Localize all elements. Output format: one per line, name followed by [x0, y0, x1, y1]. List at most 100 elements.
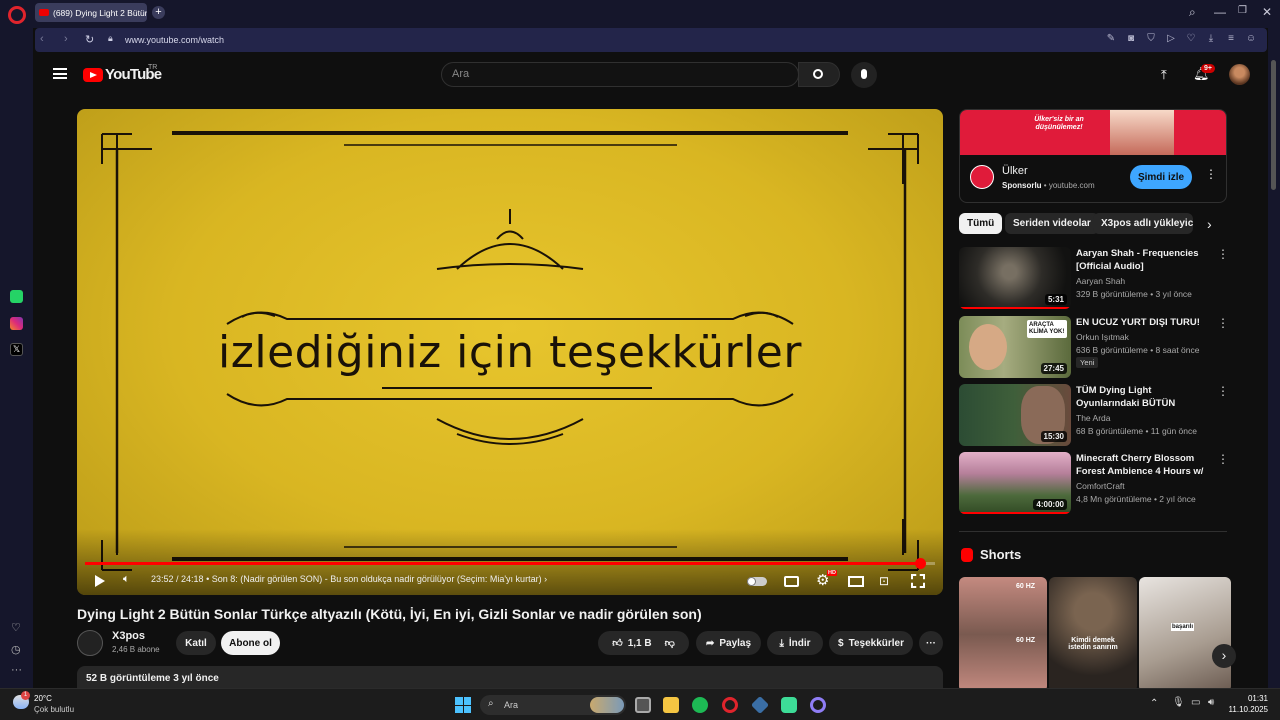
chips-next-icon[interactable]: › — [1207, 216, 1212, 232]
chat-app-icon[interactable] — [781, 697, 797, 713]
shorts-next-button[interactable]: › — [1212, 644, 1236, 668]
camera-icon[interactable]: ◙ — [1125, 33, 1137, 45]
chip-series[interactable]: Seriden videolar — [1005, 213, 1099, 234]
opera-logo-icon[interactable] — [8, 6, 26, 24]
time-and-chapter[interactable]: 23:52 / 24:18 • Son 8: (Nadir görülen SO… — [151, 574, 547, 584]
favorites-heart-icon[interactable]: ♡ — [11, 621, 21, 634]
ad-menu-icon[interactable]: ⋮ — [1205, 167, 1217, 181]
list-item[interactable]: ARAÇTA KLİMA YOK! 27:45 EN UCUZ YURT DIŞ… — [959, 316, 1229, 380]
chip-uploader[interactable]: X3pos adlı yükleyicid — [1093, 213, 1193, 234]
url-text[interactable]: www.youtube.com/watch — [125, 35, 224, 45]
search-input[interactable]: Ara — [441, 62, 799, 87]
subtitles-icon[interactable] — [784, 576, 799, 587]
theater-mode-icon[interactable] — [848, 576, 864, 587]
subscribe-button[interactable]: Abone ol — [221, 631, 280, 655]
file-explorer-icon[interactable] — [663, 697, 679, 713]
scrollbar-thumb[interactable] — [1271, 60, 1276, 190]
share-button[interactable]: ➦ Paylaş — [696, 631, 761, 655]
network-icon[interactable]: ▭ — [1191, 697, 1200, 708]
sponsored-ad[interactable]: Ülker'siz bir an düşünülemez! Ülker Spon… — [959, 109, 1227, 203]
upload-icon[interactable]: ⤒ — [1161, 67, 1167, 83]
rec-title[interactable]: Minecraft Cherry Blossom Forest Ambience… — [1076, 452, 1208, 479]
speaker-icon[interactable]: 🔊︎ — [1208, 697, 1214, 708]
video-thumbnail[interactable]: 5:31 — [959, 247, 1071, 309]
fullscreen-icon[interactable] — [911, 574, 925, 588]
opera-taskbar-icon[interactable] — [722, 697, 738, 713]
list-item[interactable]: 15:30 TÜM Dying Light Oyunlarındaki BÜTÜ… — [959, 384, 1229, 448]
search-button[interactable] — [798, 62, 840, 87]
shield-icon[interactable]: ⛉ — [1145, 33, 1157, 45]
user-avatar[interactable] — [1229, 64, 1250, 85]
chapter-title[interactable]: • Son 8: (Nadir görülen SON) - Bu son ol… — [206, 574, 542, 584]
voice-search-button[interactable] — [851, 62, 877, 88]
player-icon[interactable]: ▷ — [1165, 33, 1177, 45]
forward-icon[interactable]: › — [64, 33, 68, 45]
browser-app-icon[interactable] — [810, 697, 826, 713]
rec-channel[interactable]: Aaryan Shah — [1076, 276, 1125, 286]
task-view-icon[interactable] — [635, 697, 651, 713]
tray-chevron-icon[interactable]: ⌃ — [1150, 698, 1158, 709]
close-icon[interactable]: ✕ — [1262, 5, 1272, 19]
video-thumbnail[interactable]: 15:30 — [959, 384, 1071, 446]
sidebar-more-icon[interactable]: ··· — [11, 664, 22, 676]
maximize-icon[interactable]: ❐ — [1238, 5, 1247, 16]
windows-start-icon[interactable] — [455, 697, 471, 713]
menu-lines-icon[interactable]: ≡ — [1225, 33, 1237, 45]
instagram-icon[interactable] — [10, 317, 23, 330]
rec-menu-icon[interactable]: ⋮ — [1217, 452, 1229, 466]
reload-icon[interactable]: ↻ — [85, 33, 94, 46]
download-button[interactable]: ⤓ İndir — [767, 631, 823, 655]
more-actions-button[interactable]: ··· — [919, 631, 943, 655]
volume-icon[interactable]: 🔈︎ — [123, 573, 130, 586]
rec-title[interactable]: EN UCUZ YURT DIŞI TURU! — [1076, 316, 1208, 329]
description-box[interactable]: 52 B görüntüleme 3 yıl önce — [77, 666, 943, 688]
chip-all[interactable]: Tümü — [959, 213, 1003, 234]
browser-tab[interactable]: (689) Dying Light 2 Bütün — [35, 3, 147, 22]
cast-icon[interactable]: ⊡ — [879, 574, 889, 588]
download-icon[interactable]: ⤓ — [1205, 33, 1217, 45]
heart-icon[interactable]: ♡ — [1185, 33, 1197, 45]
autoplay-toggle[interactable] — [747, 577, 767, 586]
history-icon[interactable]: ◷ — [11, 643, 21, 656]
rec-title[interactable]: Aaryan Shah - Frequencies [Official Audi… — [1076, 247, 1208, 273]
whatsapp-icon[interactable] — [10, 290, 23, 303]
play-icon[interactable] — [95, 575, 105, 587]
list-item[interactable]: 4:00:00 Minecraft Cherry Blossom Forest … — [959, 452, 1229, 516]
x-icon[interactable]: 𝕏 — [10, 343, 23, 356]
new-tab-button[interactable]: + — [152, 6, 165, 19]
minimize-icon[interactable]: — — [1214, 5, 1226, 19]
clock-time[interactable]: 01:31 — [1232, 694, 1268, 703]
spotify-icon[interactable] — [692, 697, 708, 713]
video-player[interactable]: izlediğiniz için teşekkürler 🔈︎ 23:52 / … — [77, 109, 943, 595]
rec-title[interactable]: TÜM Dying Light Oyunlarındaki BÜTÜN Gize… — [1076, 384, 1208, 411]
join-button[interactable]: Katıl — [176, 631, 216, 655]
rec-channel[interactable]: ComfortCraft — [1076, 481, 1125, 491]
dislike-icon[interactable]: 👎︎ — [665, 637, 675, 649]
search-tabs-icon[interactable]: ⌕ — [1189, 5, 1196, 20]
clock-date[interactable]: 11.10.2025 — [1222, 705, 1268, 714]
back-icon[interactable]: ‹ — [40, 33, 44, 45]
video-thumbnail[interactable]: ARAÇTA KLİMA YOK! 27:45 — [959, 316, 1071, 378]
ad-banner[interactable]: Ülker'siz bir an düşünülemez! — [960, 110, 1226, 155]
short-thumbnail[interactable]: 60 HZ 60 HZ — [959, 577, 1047, 688]
profile-icon[interactable]: ☺ — [1245, 33, 1257, 45]
short-thumbnail[interactable]: Kimdi demek istedin sanırım — [1049, 577, 1137, 688]
video-thumbnail[interactable]: 4:00:00 — [959, 452, 1071, 514]
hamburger-menu-icon[interactable] — [53, 68, 67, 79]
rec-channel[interactable]: The Arda — [1076, 413, 1111, 423]
channel-name[interactable]: X3pos — [112, 630, 145, 642]
microphone-tray-icon[interactable]: 🎙︎ — [1172, 697, 1185, 708]
rec-menu-icon[interactable]: ⋮ — [1217, 384, 1229, 398]
progress-bar[interactable] — [85, 558, 935, 569]
app-icon[interactable] — [750, 695, 770, 715]
rec-channel[interactable]: Orkun Işıtmak — [1076, 332, 1129, 342]
youtube-logo-icon[interactable] — [83, 68, 103, 82]
temperature[interactable]: 20°C — [34, 694, 52, 703]
thanks-button[interactable]: $ Teşekkürler — [829, 631, 913, 655]
list-item[interactable]: 5:31 Aaryan Shah - Frequencies [Official… — [959, 247, 1229, 311]
watch-now-button[interactable]: Şimdi izle — [1130, 165, 1192, 189]
short-thumbnail[interactable]: başarılı — [1139, 577, 1231, 688]
channel-avatar[interactable] — [77, 630, 103, 656]
rec-menu-icon[interactable]: ⋮ — [1217, 247, 1229, 261]
edit-icon[interactable]: ✎ — [1105, 33, 1117, 45]
